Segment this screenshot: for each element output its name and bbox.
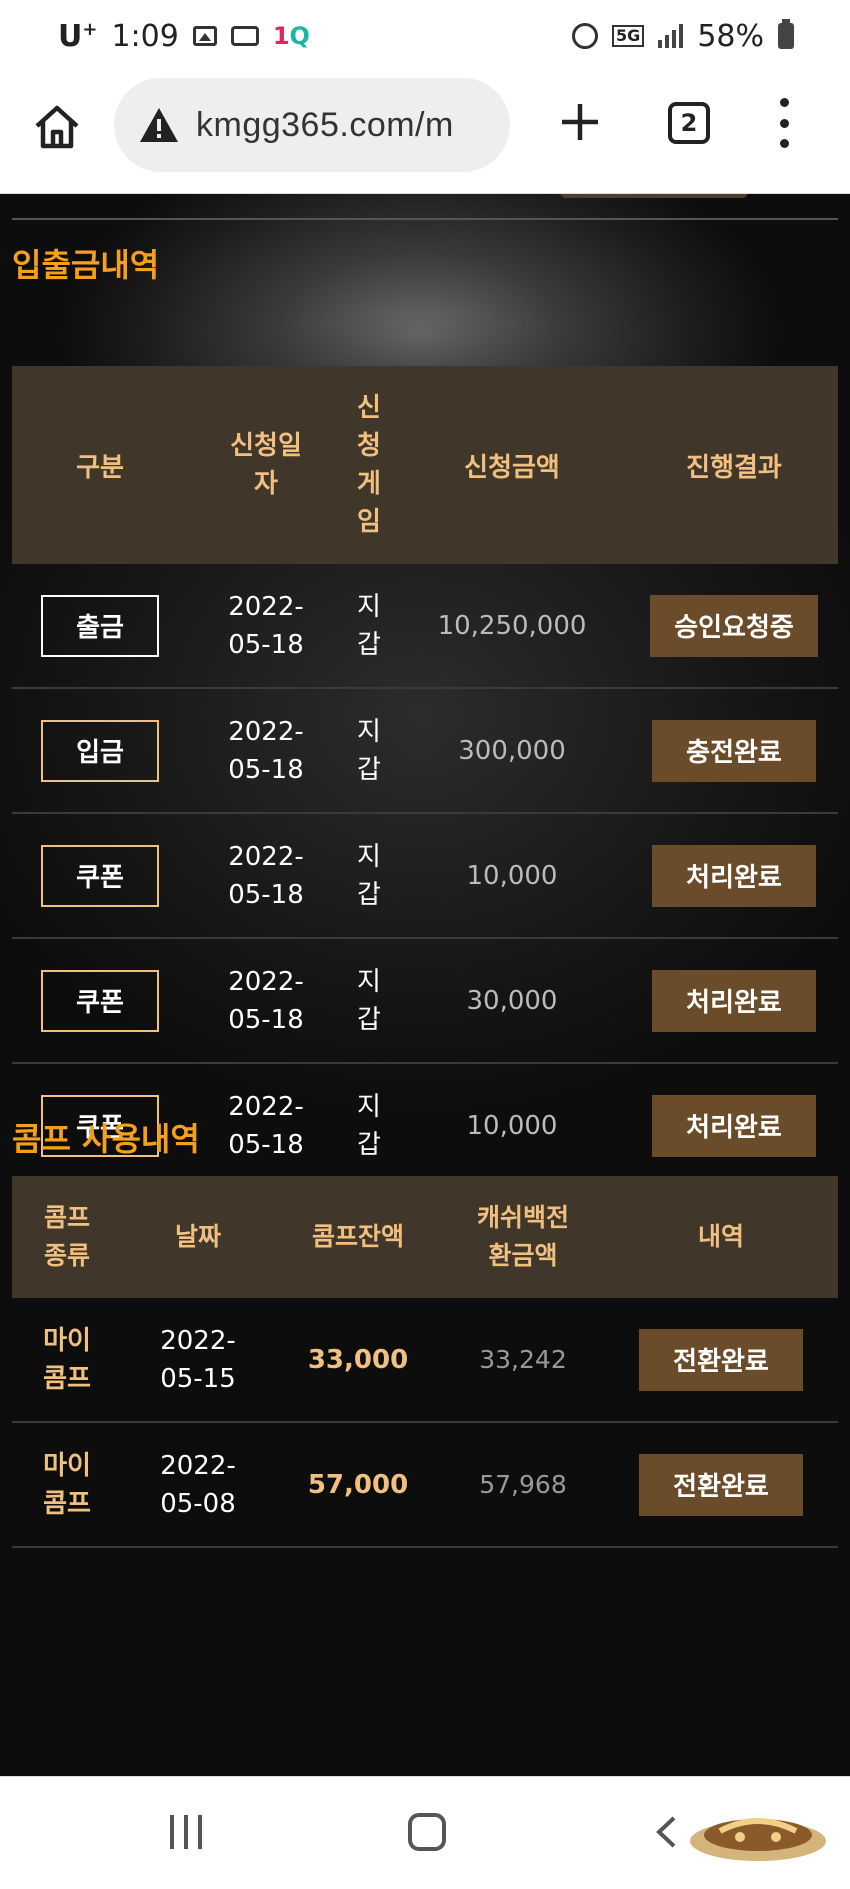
- browser-toolbar: kmgg365.com/m 2: [0, 72, 850, 194]
- row-amount: 10,000: [466, 1110, 558, 1141]
- convert-status-button[interactable]: 전환완료: [639, 1453, 803, 1516]
- status-button[interactable]: 승인요청중: [650, 594, 818, 657]
- row-comp-balance: 57,000: [307, 1469, 409, 1500]
- header-game: 신 청 게 임: [357, 393, 381, 537]
- row-comp-date: 2022- 05-08: [160, 1450, 236, 1519]
- address-bar[interactable]: kmgg365.com/m: [114, 78, 510, 172]
- network-5g-icon: 5G: [612, 25, 645, 47]
- deposit-table-header: 구분 신청일 자 신 청 게 임 신청금액 진행결과: [12, 366, 838, 564]
- type-badge: 입금: [41, 719, 159, 782]
- row-cashback: 33,242: [479, 1345, 567, 1374]
- row-comp-balance: 33,000: [307, 1344, 409, 1375]
- header-date: 신청일 자: [230, 431, 302, 499]
- status-button[interactable]: 처리완료: [652, 969, 816, 1032]
- status-button[interactable]: 처리완료: [652, 844, 816, 907]
- tab-switcher-button[interactable]: 2: [668, 102, 710, 144]
- header-comp-kind: 콤프 종류: [43, 1203, 90, 1270]
- row-amount: 30,000: [466, 985, 558, 1016]
- row-amount: 10,000: [466, 860, 558, 891]
- battery-percent: 58%: [697, 18, 764, 54]
- table-row: 쿠폰 2022- 05-18 지갑 10,000 처리완료: [12, 814, 838, 939]
- header-comp-detail: 내역: [697, 1222, 744, 1251]
- comp-section-title: 콤프 사용내역: [12, 1120, 200, 1158]
- gallery-icon: [192, 26, 217, 46]
- status-button[interactable]: 처리완료: [652, 1094, 816, 1157]
- recent-apps-icon[interactable]: [170, 1815, 202, 1849]
- header-comp-balance: 콤프잔액: [311, 1222, 404, 1251]
- table-row: 출금 2022- 05-18 지갑 10,250,000 승인요청중: [12, 564, 838, 689]
- type-badge: 쿠폰: [41, 969, 159, 1032]
- row-game: 지갑: [357, 841, 381, 910]
- row-amount: 300,000: [458, 735, 566, 766]
- row-amount: 10,250,000: [437, 610, 587, 641]
- app-notification-icon: 1Q: [272, 22, 310, 50]
- battery-icon: [778, 19, 794, 49]
- row-cashback: 57,968: [479, 1470, 567, 1499]
- status-left: U+ 1:09 1Q: [58, 19, 310, 54]
- more-vert-icon[interactable]: [776, 98, 792, 148]
- clock: 1:09: [111, 18, 179, 54]
- row-game: 지갑: [357, 591, 381, 660]
- row-comp-date: 2022- 05-15: [160, 1325, 236, 1394]
- row-date: 2022- 05-18: [228, 966, 304, 1035]
- deposit-table: 구분 신청일 자 신 청 게 임 신청금액 진행결과 출금 2022- 05-18…: [12, 366, 838, 1189]
- row-game: 지갑: [357, 716, 381, 785]
- signal-icon: [658, 24, 684, 48]
- top-tab-edge: [560, 194, 748, 198]
- header-result: 진행결과: [686, 452, 782, 483]
- row-comp-kind: 마이 콤프: [43, 1450, 91, 1519]
- header-cashback: 캐쉬백전 환금액: [476, 1203, 569, 1270]
- header-amount: 신청금액: [464, 452, 560, 483]
- type-badge: 쿠폰: [41, 844, 159, 907]
- row-comp-kind: 마이 콤프: [43, 1325, 91, 1394]
- row-date: 2022- 05-18: [228, 841, 304, 910]
- table-row: 마이 콤프 2022- 05-08 57,000 57,968 전환완료: [12, 1423, 838, 1548]
- row-date: 2022- 05-18: [228, 716, 304, 785]
- table-row: 입금 2022- 05-18 지갑 300,000 충전완료: [12, 689, 838, 814]
- table-row: 쿠폰 2022- 05-18 지갑 30,000 처리완료: [12, 939, 838, 1064]
- home-icon[interactable]: [32, 102, 82, 152]
- comp-table-header: 콤프 종류 날짜 콤프잔액 캐쉬백전 환금액 내역: [12, 1176, 838, 1298]
- type-badge: 출금: [41, 594, 159, 657]
- deposit-section-title: 입출금내역: [12, 246, 160, 284]
- carrier-label: U+: [58, 18, 98, 54]
- system-nav-bar: [0, 1776, 850, 1889]
- header-comp-date: 날짜: [174, 1222, 221, 1251]
- status-bar: U+ 1:09 1Q 5G 58%: [0, 0, 850, 72]
- row-date: 2022- 05-18: [228, 591, 304, 660]
- convert-status-button[interactable]: 전환완료: [639, 1328, 803, 1391]
- watermark-logo: [690, 1818, 826, 1861]
- row-game: 지갑: [357, 966, 381, 1035]
- warning-icon[interactable]: [138, 106, 180, 144]
- row-date: 2022- 05-18: [228, 1091, 304, 1160]
- status-right: 5G 58%: [572, 19, 794, 54]
- plus-icon[interactable]: [556, 98, 604, 146]
- header-type: 구분: [76, 452, 124, 483]
- divider: [12, 218, 838, 220]
- home-button-icon[interactable]: [408, 1813, 446, 1851]
- table-row: 마이 콤프 2022- 05-15 33,000 33,242 전환완료: [12, 1298, 838, 1423]
- page-content: 입출금내역 구분 신청일 자 신 청 게 임 신청금액 진행결과 출금 2022…: [0, 194, 850, 1776]
- back-icon[interactable]: [650, 1815, 684, 1849]
- url-text[interactable]: kmgg365.com/m: [196, 106, 454, 145]
- alarm-icon: [572, 23, 599, 49]
- voicemail-icon: [230, 26, 259, 46]
- comp-table: 콤프 종류 날짜 콤프잔액 캐쉬백전 환금액 내역 마이 콤프 2022- 05-15 …: [12, 1176, 838, 1548]
- status-button[interactable]: 충전완료: [652, 719, 816, 782]
- row-game: 지갑: [357, 1091, 381, 1160]
